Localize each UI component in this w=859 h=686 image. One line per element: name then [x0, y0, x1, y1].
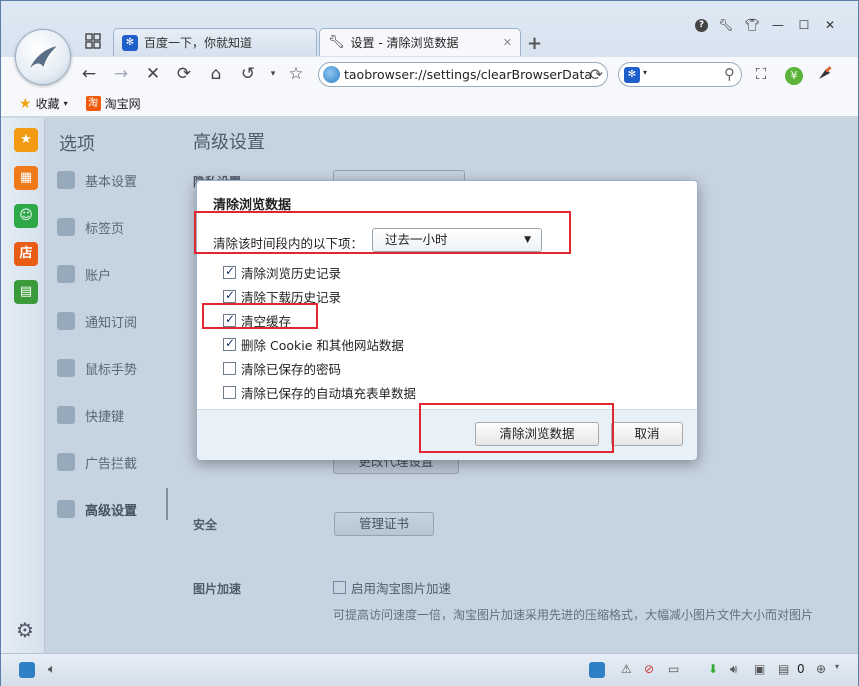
- yuan-icon[interactable]: ¥: [784, 64, 804, 85]
- baidu-paw-icon: ✻: [122, 34, 138, 51]
- checkbox[interactable]: [223, 362, 236, 375]
- bookmark-star-icon[interactable]: ☆: [286, 64, 306, 84]
- search-engine-icon[interactable]: ✻: [624, 67, 640, 83]
- tab-count: 0: [797, 662, 805, 676]
- bookmark-label: 淘宝网: [104, 97, 141, 111]
- close-tab-icon[interactable]: ✕: [503, 36, 512, 49]
- highlight-confirm: [419, 403, 614, 453]
- chart-icon[interactable]: ▦: [14, 166, 38, 190]
- star-icon[interactable]: ★: [14, 128, 38, 152]
- undo-dropdown-icon[interactable]: ▾: [263, 64, 283, 84]
- volume-icon[interactable]: 🔊︎: [730, 662, 746, 678]
- stop-button[interactable]: ✕: [143, 64, 163, 84]
- option-delete-cookies[interactable]: 删除 Cookie 和其他网站数据: [223, 335, 404, 354]
- bookmark-taobao[interactable]: 淘 淘宝网: [85, 95, 141, 112]
- reload-button[interactable]: ⟳: [174, 64, 194, 84]
- zoom-icon[interactable]: ⊕: [816, 662, 832, 678]
- option-label: 清除已保存的密码: [241, 362, 342, 377]
- highlight-period: [194, 211, 571, 254]
- back-button[interactable]: ←: [79, 64, 99, 84]
- apps-grid-icon[interactable]: [85, 33, 101, 49]
- tab-baidu[interactable]: ✻ 百度一下，你就知道: [113, 28, 317, 56]
- option-clear-history[interactable]: 清除浏览历史记录: [223, 263, 341, 282]
- sidebar-toggle-icon[interactable]: [19, 662, 35, 678]
- speaker-icon[interactable]: 🔈︎: [48, 662, 64, 678]
- option-label: 清除已保存的自动填充表单数据: [241, 386, 417, 401]
- address-input[interactable]: taobrowser://settings/clearBrowserData: [344, 67, 592, 82]
- tools-icon[interactable]: 🔧︎: [718, 17, 734, 33]
- window-controls: ? 🔧︎ 👕︎ — ☐ ✕: [695, 17, 838, 33]
- download-icon[interactable]: ⬇: [708, 662, 724, 678]
- help-icon[interactable]: ?: [695, 18, 708, 32]
- option-clear-passwords[interactable]: 清除已保存的密码: [223, 359, 341, 378]
- paw-icon[interactable]: [589, 662, 605, 678]
- image-icon[interactable]: ▣: [754, 662, 770, 678]
- option-label: 清除浏览历史记录: [241, 266, 342, 281]
- maximize-button[interactable]: ☐: [796, 17, 812, 33]
- cancel-button[interactable]: 取消: [611, 422, 683, 446]
- chevron-down-icon: ▾: [63, 99, 68, 108]
- checkbox[interactable]: [223, 386, 236, 399]
- browser-logo[interactable]: [15, 29, 71, 85]
- tab-settings[interactable]: 🔧︎ 设置 - 清除浏览数据 ✕: [319, 28, 521, 56]
- minimize-button[interactable]: —: [770, 17, 786, 33]
- address-bar[interactable]: taobrowser://settings/clearBrowserData ⟳: [318, 62, 608, 87]
- app-sidebar: ★ ▦ ☺ 店 ▤ ⚙: [1, 118, 45, 653]
- undo-close-button[interactable]: ↺: [238, 64, 258, 84]
- wrench-icon: 🔧︎: [328, 35, 345, 50]
- close-window-button[interactable]: ✕: [822, 17, 838, 33]
- forward-button[interactable]: →: [111, 64, 131, 84]
- speed-icon[interactable]: ⚠: [621, 662, 637, 678]
- bird-icon: [30, 45, 59, 69]
- truck-icon[interactable]: ▤: [14, 280, 38, 304]
- tab-label: 设置 - 清除浏览数据: [350, 36, 459, 50]
- home-button[interactable]: ⌂: [206, 64, 226, 84]
- tab-count-icon[interactable]: ▤: [778, 662, 794, 678]
- checkbox[interactable]: [223, 264, 236, 279]
- new-tab-button[interactable]: +: [527, 33, 542, 54]
- gear-icon[interactable]: ⚙: [16, 618, 34, 642]
- navigation-toolbar: ← → ✕ ⟳ ⌂ ↺ ▾ ☆ taobrowser://settings/cl…: [1, 57, 858, 91]
- chevron-down-icon[interactable]: ▾: [835, 662, 851, 678]
- taobao-icon: 淘: [85, 96, 101, 111]
- tab-strip: ✻ 百度一下，你就知道 🔧︎ 设置 - 清除浏览数据 ✕ + ? 🔧︎ 👕︎ —…: [1, 1, 858, 85]
- clean-brush-icon[interactable]: [815, 64, 835, 84]
- checkbox[interactable]: [223, 336, 236, 351]
- globe-icon: [323, 66, 340, 83]
- highlight-cache: [202, 303, 318, 329]
- favorites-menu[interactable]: ★ 收藏 ▾: [19, 95, 68, 112]
- option-clear-autofill[interactable]: 清除已保存的自动填充表单数据: [223, 383, 416, 402]
- search-box[interactable]: ✻ ▾ ⚲: [618, 62, 742, 87]
- bookmark-bar: ★ 收藏 ▾ 淘 淘宝网: [1, 91, 858, 117]
- address-refresh-icon[interactable]: ⟳: [590, 65, 603, 84]
- skin-shirt-icon[interactable]: 👕︎: [744, 17, 760, 33]
- status-bar: 🔈︎ ⚠ ⊘ ▭ ⬇ 🔊︎ ▣ ▤ 0 ⊕ ▾: [1, 653, 858, 686]
- checkbox[interactable]: [223, 288, 236, 303]
- display-icon[interactable]: ▭: [668, 662, 684, 678]
- favorites-label: 收藏: [35, 97, 60, 111]
- screenshot-icon[interactable]: ⛶: [751, 64, 771, 84]
- tab-label: 百度一下，你就知道: [144, 36, 253, 50]
- shop-icon[interactable]: 店: [14, 242, 38, 266]
- search-engine-dropdown-icon[interactable]: ▾: [643, 68, 647, 77]
- star-icon: ★: [19, 95, 32, 112]
- browser-window: ✻ 百度一下，你就知道 🔧︎ 设置 - 清除浏览数据 ✕ + ? 🔧︎ 👕︎ —…: [0, 0, 859, 686]
- block-icon[interactable]: ⊘: [644, 662, 660, 678]
- option-label: 删除 Cookie 和其他网站数据: [241, 338, 404, 353]
- search-icon[interactable]: ⚲: [724, 65, 735, 83]
- person-icon[interactable]: ☺: [14, 204, 38, 228]
